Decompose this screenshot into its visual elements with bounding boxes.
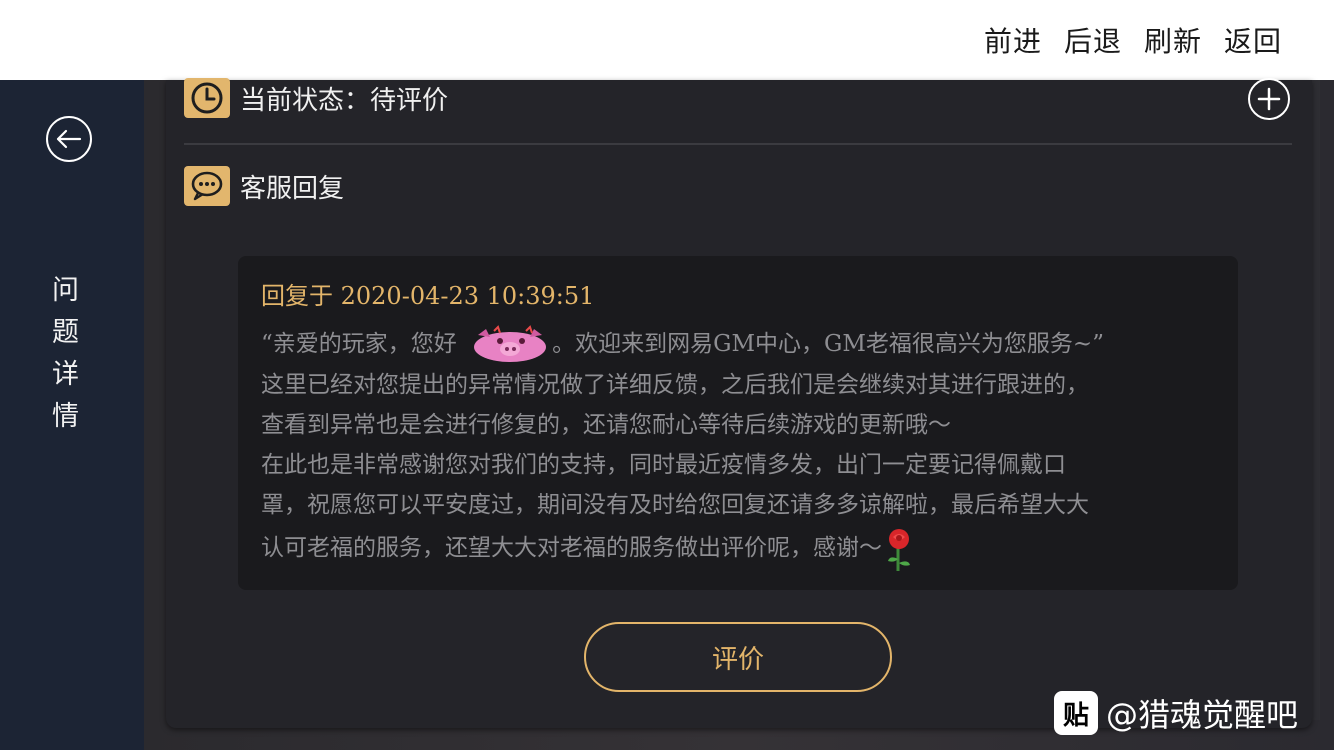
sidebar: 问 题 详 情 — [0, 80, 144, 750]
reply-line: 这里已经对您提出的异常情况做了详细反馈，之后我们是会继续对其进行跟进的， — [261, 372, 1089, 398]
status-label: 当前状态：待评价 — [240, 85, 449, 116]
reply-message-body: “亲爱的玩家，您好 。欢迎来到网易GM中心，GM老福很高兴为您服务~” 这里已经… — [261, 324, 1211, 573]
divider — [184, 143, 1292, 145]
reply-section-header: 客服回复 — [184, 166, 344, 206]
rose-emoji-icon — [882, 525, 916, 573]
watermark-text: @猎魂觉醒吧 — [1106, 696, 1299, 734]
page-title-char: 问 — [52, 275, 79, 306]
plus-icon[interactable] — [1248, 78, 1290, 120]
refresh-button[interactable]: 刷新 — [1144, 20, 1202, 60]
reply-line: “亲爱的玩家，您好 。欢迎来到网易GM中心，GM老福很高兴为您服务~” — [261, 324, 1211, 365]
page-title: 问 题 详 情 — [52, 270, 92, 438]
back-button[interactable]: 后退 — [1064, 20, 1122, 60]
reply-line: 查看到异常也是会进行修复的，还请您耐心等待后续游戏的更新哦～ — [261, 412, 951, 438]
reply-line-text: 认可老福的服务，还望大大对老福的服务做出评价呢，感谢～ — [261, 535, 882, 561]
page-title-char: 详 — [52, 359, 79, 390]
scrollbar-track[interactable] — [1312, 80, 1320, 720]
reply-timestamp: 回复于 2020-04-23 10:39:51 — [261, 282, 595, 310]
page-title-char: 情 — [52, 401, 79, 432]
return-button[interactable]: 返回 — [1224, 20, 1282, 60]
reply-line-text: “亲爱的玩家，您好 — [261, 331, 457, 357]
forward-button[interactable]: 前进 — [984, 20, 1042, 60]
clock-icon — [184, 78, 230, 118]
tieba-logo-icon: 贴 — [1054, 691, 1098, 735]
reply-message-box: 回复于 2020-04-23 10:39:51 “亲爱的玩家，您好 。欢迎来到网… — [238, 256, 1238, 590]
reply-line: 罩，祝愿您可以平安度过，期间没有及时给您回复还请多多谅解啦，最后希望大大 — [261, 492, 1089, 518]
rate-button[interactable]: 评价 — [584, 622, 892, 692]
reply-section-label: 客服回复 — [240, 173, 345, 204]
ticket-detail-panel: 当前状态：待评价 客服回复 回复于 2020-04-23 10:39:51 “亲… — [166, 78, 1312, 728]
reply-line-text: 。欢迎来到网易GM中心，GM老福很高兴为您服务~” — [552, 331, 1104, 357]
page-title-char: 题 — [52, 317, 79, 348]
back-arrow-icon[interactable] — [46, 116, 92, 162]
top-nav-bar: 前进 后退 刷新 返回 — [0, 0, 1334, 80]
status-row: 当前状态：待评价 — [184, 78, 448, 118]
reply-line: 在此也是非常感谢您对我们的支持，同时最近疫情多发，出门一定要记得佩戴口 — [261, 452, 1066, 478]
reply-line: 认可老福的服务，还望大大对老福的服务做出评价呢，感谢～ — [261, 525, 1211, 573]
chat-bubble-icon — [184, 166, 230, 206]
pig-emoji-icon — [464, 325, 552, 365]
watermark: 贴 @猎魂觉醒吧 — [1054, 690, 1298, 736]
